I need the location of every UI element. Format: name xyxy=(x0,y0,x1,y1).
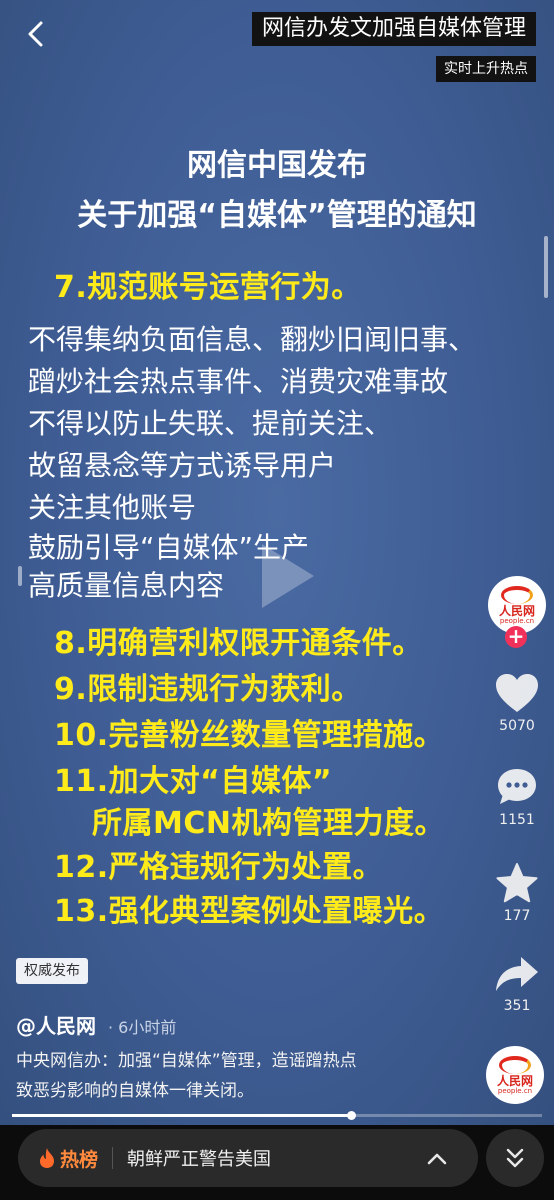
video-area[interactable]: 网信办发文加强自媒体管理 实时上升热点 网信中国发布 关于加强“自媒体”管理的通… xyxy=(0,0,554,1125)
progress-bar[interactable] xyxy=(12,1111,542,1120)
video-body-line: 不得以防止失联、提前关注、 xyxy=(28,407,393,440)
hot-list-bar[interactable]: 热榜 朝鲜严正警告美国 xyxy=(18,1129,478,1187)
video-headline-2: 关于加强“自媒体”管理的通知 xyxy=(77,198,477,233)
description-line: 中央网信办：加强“自媒体”管理，造谣蹭热点 xyxy=(16,1051,357,1071)
like-count: 5070 xyxy=(499,718,535,734)
hot-topic-title[interactable]: 网信办发文加强自媒体管理 xyxy=(251,12,536,46)
progress-knob[interactable] xyxy=(347,1111,357,1120)
hot-topic-text[interactable]: 朝鲜严正警告美国 xyxy=(127,1145,426,1171)
video-description[interactable]: 中央网信办：加强“自媒体”管理，造谣蹭热点 致恶劣影响的自媒体一律关闭。 xyxy=(16,1046,456,1106)
video-headline-1: 网信中国发布 xyxy=(187,148,367,183)
people-logo-icon xyxy=(501,585,533,604)
heart-icon xyxy=(496,674,538,712)
chevron-up-icon[interactable] xyxy=(426,1151,448,1165)
video-item: 13.强化典型案例处置曝光。 xyxy=(54,894,445,929)
chevron-left-icon xyxy=(28,21,43,47)
authority-badge[interactable]: 权威发布 xyxy=(16,958,88,984)
scroll-indicator xyxy=(544,236,548,298)
like-button[interactable]: 5070 xyxy=(484,672,550,734)
video-item: 8.明确营利权限开通条件。 xyxy=(54,626,423,661)
bottom-bar: 热榜 朝鲜严正警告美国 xyxy=(0,1125,554,1200)
favorite-button[interactable]: 177 xyxy=(484,862,550,924)
video-body-line: 故留悬念等方式诱导用户 xyxy=(28,449,337,482)
favorite-count: 177 xyxy=(503,908,531,924)
share-count: 351 xyxy=(503,998,531,1014)
comment-icon xyxy=(498,769,536,804)
video-item: 所属MCN机构管理力度。 xyxy=(92,806,445,841)
video-body-line: 关注其他账号 xyxy=(28,491,197,524)
music-disc-icon xyxy=(499,1055,531,1074)
video-body-line: 不得集纳负面信息、翻炒旧闻旧事、 xyxy=(28,323,477,356)
video-item: 9.限制违规行为获利。 xyxy=(54,672,362,707)
disc-logo-en: people.cn xyxy=(497,1086,533,1095)
flame-icon xyxy=(40,1148,54,1168)
progress-fill xyxy=(12,1114,352,1117)
collapse-button[interactable] xyxy=(486,1129,544,1187)
video-body-line: 高质量信息内容 xyxy=(28,569,225,602)
share-button[interactable]: 351 xyxy=(484,954,550,1014)
author-line: @人民网 · 6小时前 xyxy=(16,1010,176,1039)
disc-logo-text: 人民网 xyxy=(496,1073,533,1088)
hot-topic-subtitle: 实时上升热点 xyxy=(436,56,536,82)
back-button[interactable] xyxy=(18,16,54,52)
star-icon xyxy=(496,863,538,903)
left-edge-indicator xyxy=(18,566,22,586)
video-item: 12.严格违规行为处置。 xyxy=(54,850,384,885)
video-item: 10.完善粉丝数量管理措施。 xyxy=(54,718,445,753)
comment-button[interactable]: 1151 xyxy=(484,766,550,828)
comment-count: 1151 xyxy=(499,812,535,828)
music-disc[interactable]: 人民网 people.cn xyxy=(486,1046,544,1104)
double-chevron-down-icon xyxy=(506,1148,524,1168)
follow-button[interactable]: + xyxy=(505,626,527,648)
play-icon[interactable] xyxy=(262,544,314,608)
hot-list-text: 热榜 xyxy=(60,1148,99,1171)
post-time: · 6小时前 xyxy=(108,1018,177,1037)
share-arrow-icon xyxy=(496,957,538,991)
avatar-logo-text: 人民网 xyxy=(498,603,535,618)
hot-list-label[interactable]: 热榜 xyxy=(38,1145,98,1172)
separator xyxy=(112,1147,114,1169)
video-item: 11.加大对“自媒体” xyxy=(54,764,333,799)
video-item-7: 7.规范账号运营行为。 xyxy=(54,270,362,305)
video-body-line: 蹭炒社会热点事件、消费灾难事故 xyxy=(28,365,449,398)
author-name[interactable]: @人民网 xyxy=(16,1014,96,1038)
description-line: 致恶劣影响的自媒体一律关闭。 xyxy=(16,1081,254,1101)
